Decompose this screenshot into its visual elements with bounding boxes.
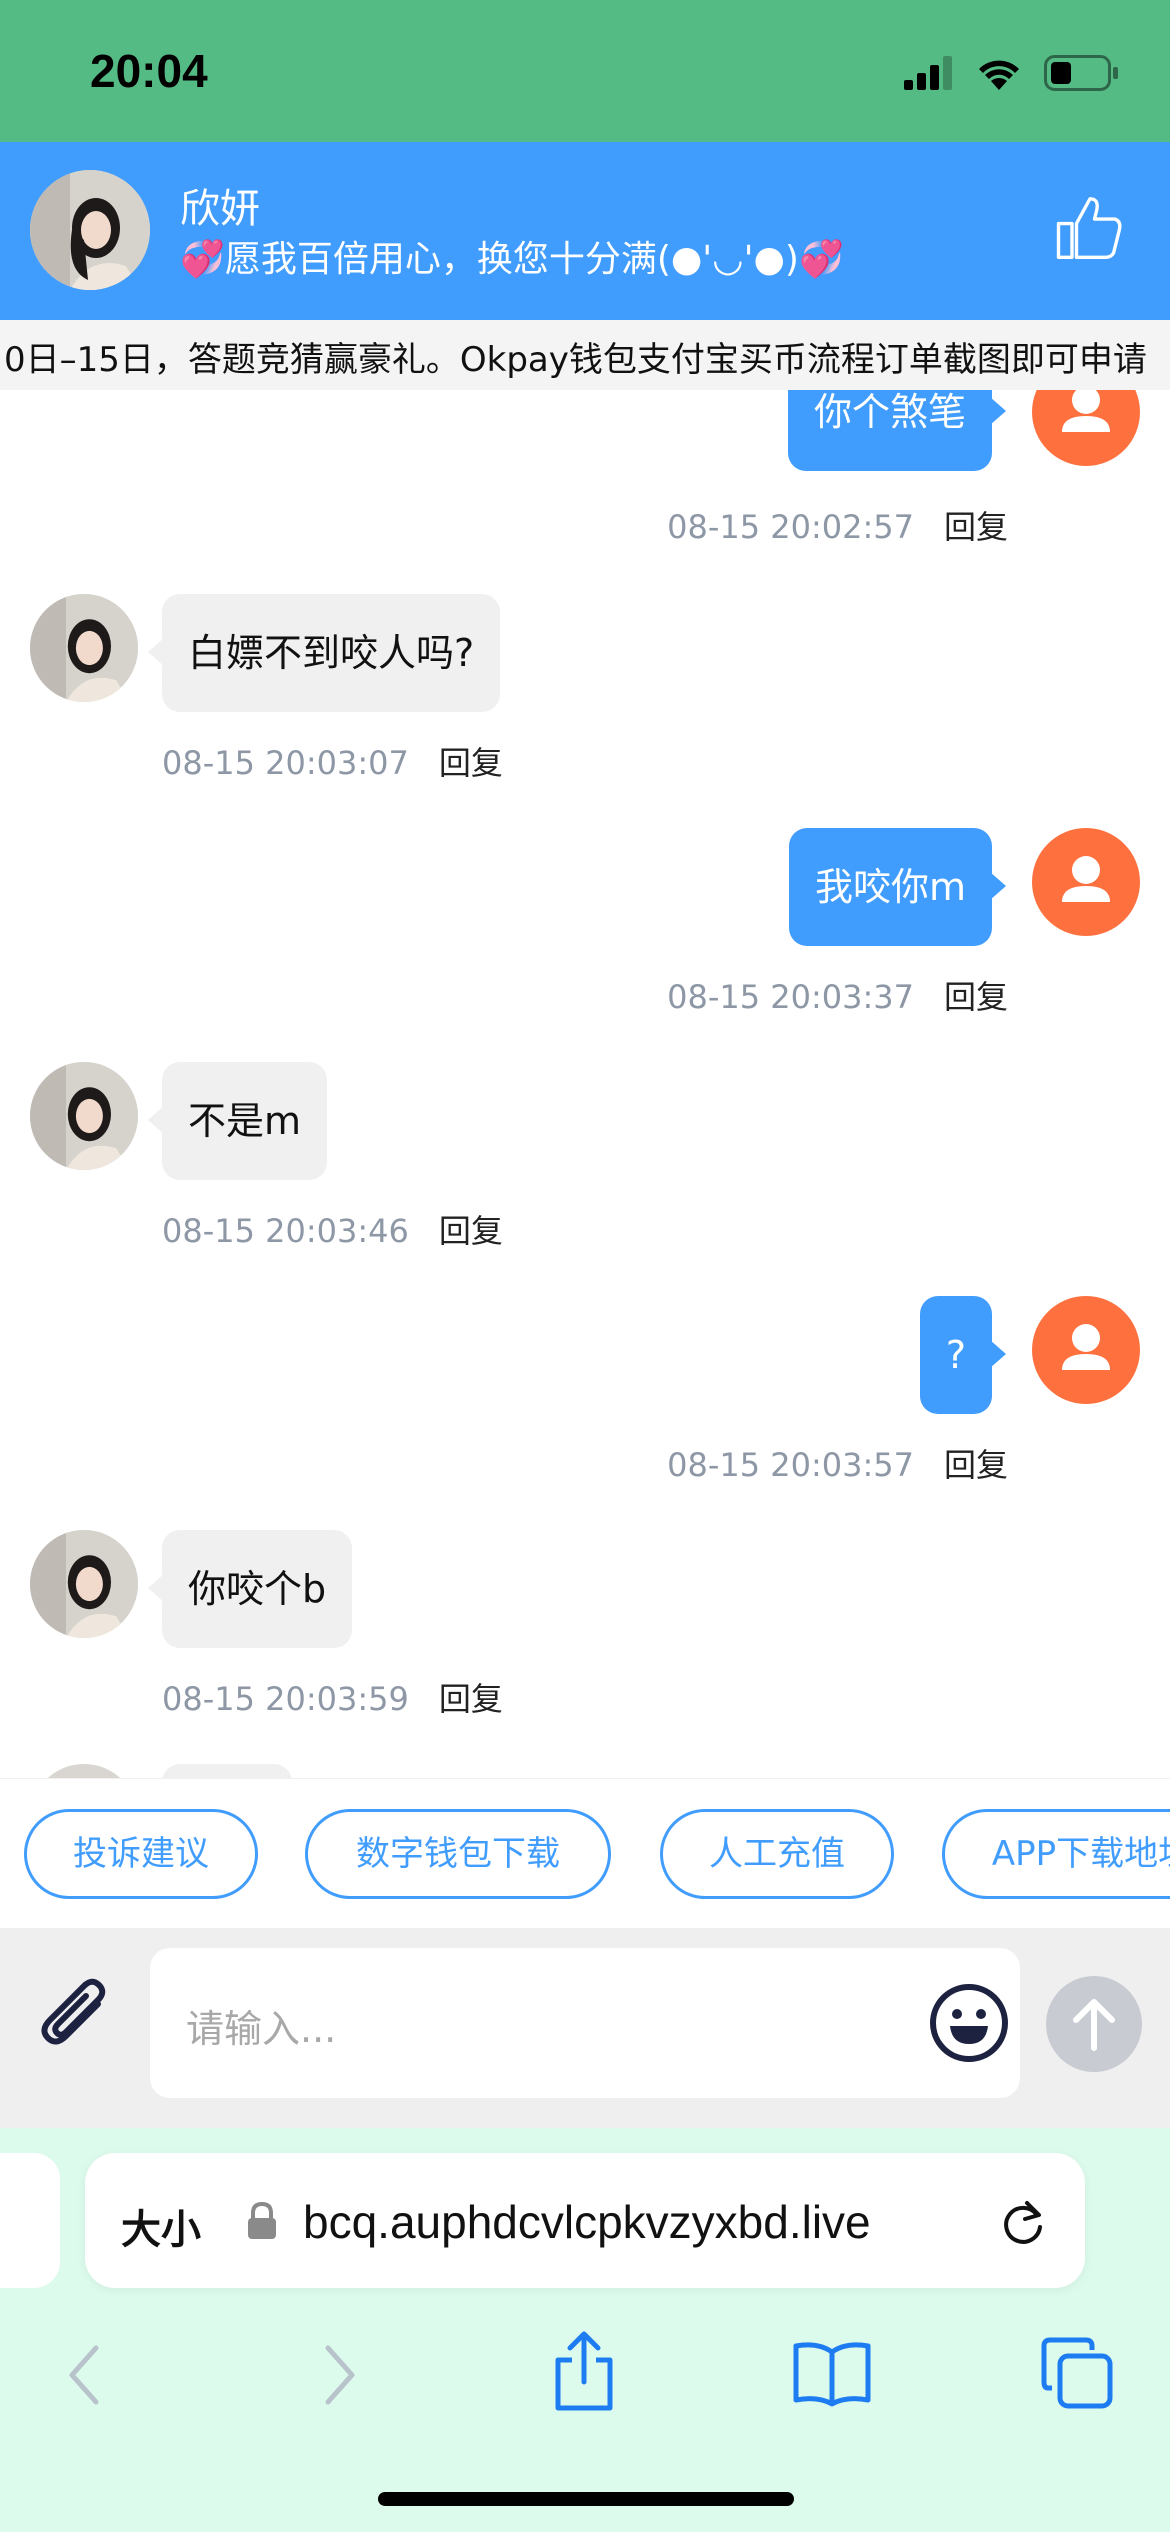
reply-link[interactable]: 回复 xyxy=(944,978,1008,1016)
home-indicator xyxy=(378,2492,794,2506)
message-time: 08-15 20:03:46 xyxy=(162,1212,409,1250)
message-bubble[interactable]: ? xyxy=(919,1296,1007,1414)
message-meta: 08-15 20:03:37 回复 xyxy=(667,972,1008,1018)
agent-avatar[interactable] xyxy=(30,170,150,290)
message-bubble[interactable]: 你个煞笔 xyxy=(787,390,1007,471)
message-bubble[interactable]: 不是m xyxy=(147,1062,328,1180)
chat-header: 欣妍 💞愿我百倍用心，换您十分满(●'◡'●)💞 xyxy=(0,142,1170,320)
url-text: bcq.auphdcvlcpkvzyxbd.live xyxy=(303,2196,871,2248)
text-size-button[interactable]: 大小 xyxy=(121,2197,201,2255)
message-meta: 08-15 20:03:59 回复 xyxy=(162,1674,503,1720)
message-time: 08-15 20:03:37 xyxy=(667,978,914,1016)
message-bubble[interactable]: 我咬你m xyxy=(788,828,1007,946)
status-icons xyxy=(904,50,1120,96)
reply-link[interactable]: 回复 xyxy=(944,1446,1008,1484)
status-time: 20:04 xyxy=(90,45,208,97)
person-icon xyxy=(1062,390,1110,432)
browser-toolbar: 大小 bcq.auphdcvlcpkvzyxbd.live xyxy=(0,2128,1170,2532)
announcement-text: 0日–15日，答题竞猜赢豪礼。Okpay钱包支付宝买币流程订单截图即可申请 xyxy=(4,340,1147,380)
composer-bar: 请输入... xyxy=(0,1928,1170,2128)
user-avatar xyxy=(1032,1296,1140,1404)
message-meta: 08-15 20:03:46 回复 xyxy=(162,1206,503,1252)
agent-avatar xyxy=(30,1062,138,1170)
message-bubble[interactable]: 你咬个b xyxy=(147,1530,353,1648)
user-avatar xyxy=(1032,828,1140,936)
agent-tagline: 💞愿我百倍用心，换您十分满(●'◡'●)💞 xyxy=(180,239,844,280)
reply-link[interactable]: 回复 xyxy=(439,1680,503,1718)
input-placeholder: 请输入... xyxy=(186,2007,337,2051)
user-avatar xyxy=(1032,390,1140,466)
cellular-signal-icon xyxy=(904,56,952,90)
reply-link[interactable]: 回复 xyxy=(439,744,503,782)
message-bubble-partial xyxy=(162,1764,292,1778)
reload-icon[interactable] xyxy=(997,2197,1049,2249)
app-download-button[interactable]: APP下载地址 xyxy=(942,1809,1170,1899)
lock-icon xyxy=(248,2201,276,2239)
announcement-marquee: 0日–15日，答题竞猜赢豪礼。Okpay钱包支付宝买币流程订单截图即可申请 xyxy=(0,320,1170,390)
chat-messages[interactable]: 你个煞笔 08-15 20:02:57 回复 白嫖不到咬人吗? 08-15 20:… xyxy=(0,390,1170,1778)
forward-icon[interactable] xyxy=(314,2342,364,2408)
agent-avatar xyxy=(30,594,138,702)
status-bar: 20:04 xyxy=(0,0,1170,142)
person-icon xyxy=(1062,1324,1110,1370)
wallet-download-button[interactable]: 数字钱包下载 xyxy=(305,1809,611,1899)
manual-recharge-button[interactable]: 人工充值 xyxy=(660,1809,894,1899)
send-button[interactable] xyxy=(1046,1976,1142,2072)
complaint-button[interactable]: 投诉建议 xyxy=(24,1809,258,1899)
message-input[interactable]: 请输入... xyxy=(150,1948,1020,2098)
message-time: 08-15 20:03:07 xyxy=(162,744,409,782)
paperclip-icon[interactable] xyxy=(36,1976,116,2056)
arrow-up-icon xyxy=(1073,1999,1115,2051)
wifi-icon xyxy=(979,60,1019,90)
back-icon[interactable] xyxy=(60,2342,110,2408)
agent-avatar xyxy=(30,1530,138,1638)
share-icon[interactable] xyxy=(548,2328,620,2414)
address-bar[interactable]: 大小 bcq.auphdcvlcpkvzyxbd.live xyxy=(85,2153,1085,2288)
previous-tab[interactable] xyxy=(0,2153,60,2288)
browser-nav xyxy=(0,2318,1170,2428)
message-meta: 08-15 20:03:57 回复 xyxy=(667,1440,1008,1486)
message-meta: 08-15 20:03:07 回复 xyxy=(162,738,503,784)
person-icon xyxy=(1062,856,1110,902)
message-bubble[interactable]: 白嫖不到咬人吗? xyxy=(147,594,501,712)
reply-link[interactable]: 回复 xyxy=(944,508,1008,546)
battery-icon xyxy=(1044,55,1118,91)
quick-actions-bar: 投诉建议 数字钱包下载 人工充值 APP下载地址 xyxy=(0,1778,1170,1928)
thumbs-up-icon[interactable] xyxy=(1054,192,1126,264)
message-time: 08-15 20:03:59 xyxy=(162,1680,409,1718)
emoji-icon[interactable] xyxy=(926,1980,1012,2066)
bookmarks-icon[interactable] xyxy=(792,2338,872,2408)
message-time: 08-15 20:03:57 xyxy=(667,1446,914,1484)
message-meta: 08-15 20:02:57 回复 xyxy=(667,502,1008,548)
agent-name: 欣妍 xyxy=(180,186,260,232)
reply-link[interactable]: 回复 xyxy=(439,1212,503,1250)
message-time: 08-15 20:02:57 xyxy=(667,508,914,546)
agent-avatar xyxy=(30,1764,138,1778)
tabs-icon[interactable] xyxy=(1040,2336,1116,2412)
